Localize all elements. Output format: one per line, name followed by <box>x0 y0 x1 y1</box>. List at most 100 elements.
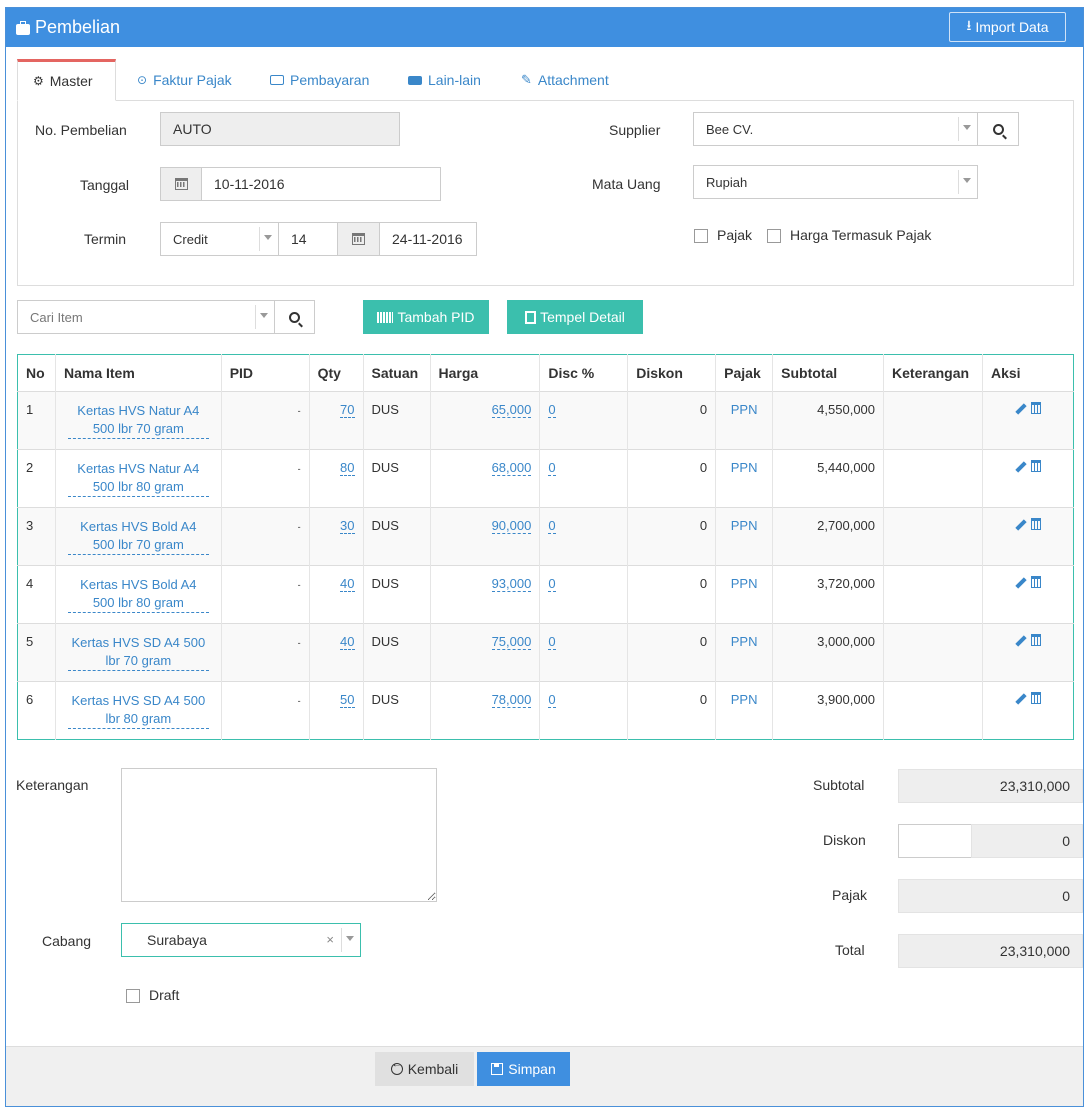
clear-icon[interactable]: × <box>326 932 334 947</box>
row-harga[interactable]: 75,000 <box>491 634 532 650</box>
money-icon <box>270 75 284 85</box>
no-pembelian-field[interactable]: AUTO <box>160 112 400 146</box>
termin-due-field[interactable]: 24-11-2016 <box>379 222 477 256</box>
row-no: 3 <box>17 507 56 566</box>
supplier-search-button[interactable] <box>977 112 1019 146</box>
supplier-value: Bee CV. <box>706 121 754 137</box>
import-data-button[interactable]: ⭳ Import Data <box>949 12 1066 42</box>
row-disc[interactable]: 0 <box>548 518 556 534</box>
pajak-checkbox[interactable] <box>694 229 708 243</box>
total-field: 23,310,000 <box>898 934 1083 968</box>
row-pajak[interactable]: PPN <box>715 623 773 682</box>
tab-master[interactable]: ⚙ Master <box>17 59 116 101</box>
mata-uang-select[interactable]: Rupiah <box>693 165 978 199</box>
row-qty[interactable]: 80 <box>340 460 355 476</box>
subtotal-field: 23,310,000 <box>898 769 1083 803</box>
briefcase-icon <box>16 20 30 35</box>
item-name-link[interactable]: Kertas HVS Natur A4 500 lbr 70 gram <box>67 402 209 439</box>
paperclip-icon: ✎ <box>521 72 532 87</box>
item-search-placeholder: Cari Item <box>30 309 83 325</box>
diskon-label: Diskon <box>823 832 866 848</box>
row-pajak[interactable]: PPN <box>715 565 773 624</box>
item-name-link[interactable]: Kertas HVS SD A4 500 lbr 70 gram <box>67 634 209 671</box>
draft-checkbox[interactable] <box>126 989 140 1003</box>
diskon-field: 0 <box>971 824 1083 858</box>
trash-icon[interactable] <box>1031 402 1041 414</box>
item-name-link[interactable]: Kertas HVS SD A4 500 lbr 80 gram <box>67 692 209 729</box>
row-qty[interactable]: 70 <box>340 402 355 418</box>
row-harga[interactable]: 68,000 <box>491 460 532 476</box>
trash-icon[interactable] <box>1031 576 1041 588</box>
col-header-harga: Harga <box>429 354 540 392</box>
edit-icon[interactable] <box>1015 635 1027 647</box>
diskon-input[interactable] <box>898 824 972 858</box>
row-disc[interactable]: 0 <box>548 692 556 708</box>
termin-days-field[interactable]: 14 <box>278 222 338 256</box>
row-qty[interactable]: 50 <box>340 692 355 708</box>
edit-icon[interactable] <box>1015 693 1027 705</box>
item-name-link[interactable]: Kertas HVS Bold A4 500 lbr 70 gram <box>67 518 209 555</box>
tempel-detail-button[interactable]: Tempel Detail <box>507 300 643 334</box>
col-header-subtotal: Subtotal <box>772 354 884 392</box>
trash-icon[interactable] <box>1031 460 1041 472</box>
row-qty[interactable]: 40 <box>340 634 355 650</box>
row-harga[interactable]: 93,000 <box>491 576 532 592</box>
col-header-pid: PID <box>220 354 310 392</box>
edit-icon[interactable] <box>1015 519 1027 531</box>
tanggal-field[interactable]: 10-11-2016 <box>201 167 441 201</box>
tab-attachment[interactable]: ✎ Attachment <box>521 59 609 101</box>
edit-icon[interactable] <box>1015 403 1027 415</box>
tanggal-calendar-button[interactable] <box>160 167 202 201</box>
row-keterangan <box>883 507 983 566</box>
item-name-link[interactable]: Kertas HVS Natur A4 500 lbr 80 gram <box>67 460 209 497</box>
item-search-button[interactable] <box>274 300 315 334</box>
tab-pembayaran[interactable]: Pembayaran <box>270 59 369 101</box>
trash-icon[interactable] <box>1031 634 1041 646</box>
termin-calendar-button[interactable] <box>337 222 380 256</box>
kembali-button[interactable]: Kembali <box>375 1052 474 1086</box>
tambah-pid-button[interactable]: Tambah PID <box>363 300 489 334</box>
row-pid: - <box>220 449 310 508</box>
cabang-select[interactable]: Surabaya × <box>121 923 361 957</box>
tab-lain-lain[interactable]: Lain-lain <box>408 59 481 101</box>
keterangan-textarea[interactable] <box>121 768 437 902</box>
trash-icon[interactable] <box>1031 692 1041 704</box>
row-qty[interactable]: 40 <box>340 576 355 592</box>
harga-termasuk-pajak-checkbox[interactable] <box>767 229 781 243</box>
row-qty[interactable]: 30 <box>340 518 355 534</box>
row-no: 4 <box>17 565 56 624</box>
simpan-button[interactable]: Simpan <box>477 1052 570 1086</box>
footer-bar: Kembali Simpan <box>6 1046 1083 1106</box>
supplier-select[interactable]: Bee CV. <box>693 112 978 146</box>
trash-icon[interactable] <box>1031 518 1041 530</box>
table-row: 6 Kertas HVS SD A4 500 lbr 80 gram - 50 … <box>17 681 1074 740</box>
row-harga[interactable]: 65,000 <box>491 402 532 418</box>
row-pajak[interactable]: PPN <box>715 507 773 566</box>
row-harga[interactable]: 78,000 <box>491 692 532 708</box>
table-row: 1 Kertas HVS Natur A4 500 lbr 70 gram - … <box>17 391 1074 450</box>
table-row: 3 Kertas HVS Bold A4 500 lbr 70 gram - 3… <box>17 507 1074 566</box>
chevron-down-icon <box>346 936 354 941</box>
row-disc[interactable]: 0 <box>548 460 556 476</box>
row-pajak[interactable]: PPN <box>715 391 773 450</box>
gears-icon: ⚙ <box>33 74 44 88</box>
row-pajak[interactable]: PPN <box>715 681 773 740</box>
edit-icon[interactable] <box>1015 461 1027 473</box>
check-circle-icon: ⊙ <box>137 73 148 87</box>
row-harga[interactable]: 90,000 <box>491 518 532 534</box>
tab-faktur-pajak[interactable]: ⊙ Faktur Pajak <box>137 59 232 101</box>
page-title-text: Pembelian <box>35 17 121 37</box>
row-disc[interactable]: 0 <box>548 576 556 592</box>
row-pajak[interactable]: PPN <box>715 449 773 508</box>
row-disc[interactable]: 0 <box>548 402 556 418</box>
select-separator <box>958 117 959 141</box>
cabang-value: Surabaya <box>147 932 207 948</box>
total-label: Total <box>835 942 865 958</box>
back-arrow-icon <box>390 1059 403 1075</box>
row-disc[interactable]: 0 <box>548 634 556 650</box>
row-diskon: 0 <box>627 623 716 682</box>
item-name-link[interactable]: Kertas HVS Bold A4 500 lbr 80 gram <box>67 576 209 613</box>
item-search-select[interactable]: Cari Item <box>17 300 275 334</box>
termin-type-select[interactable]: Credit <box>160 222 279 256</box>
edit-icon[interactable] <box>1015 577 1027 589</box>
